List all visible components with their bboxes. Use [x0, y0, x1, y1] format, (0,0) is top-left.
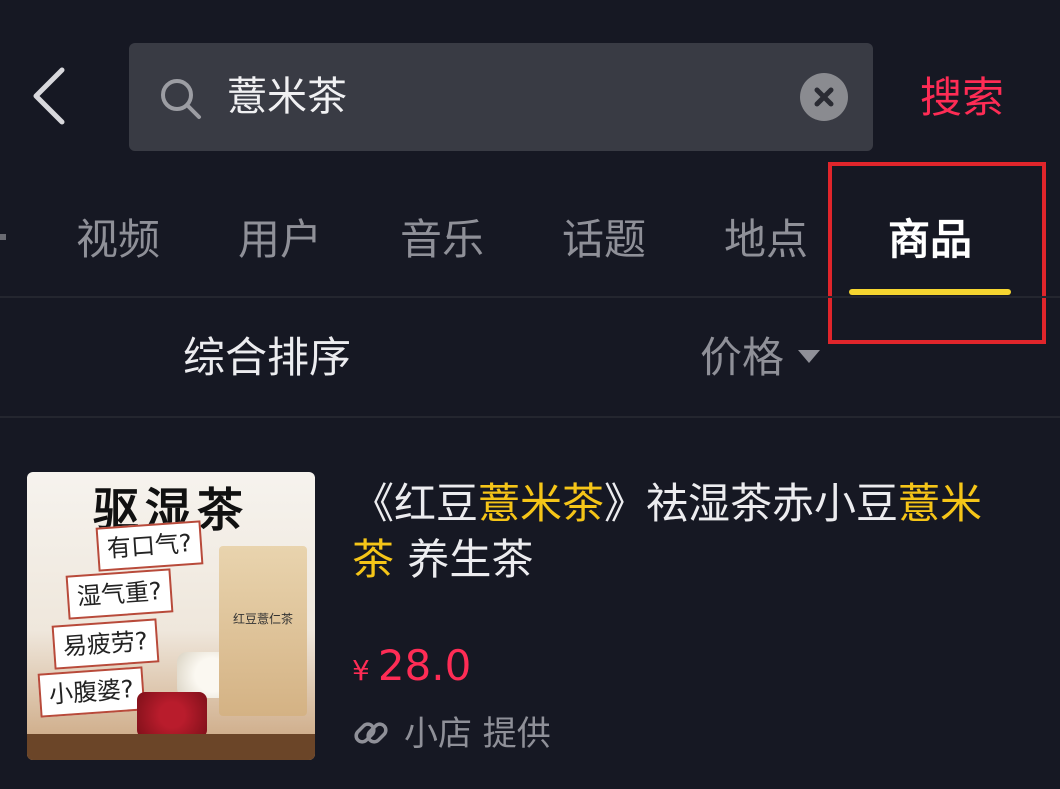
shop-label: 小店 提供 [404, 714, 551, 754]
sort-price-label: 价格 [700, 333, 785, 382]
link-icon [352, 714, 390, 752]
tab-overflow-indicator [0, 234, 6, 240]
sort-price-option[interactable]: 价格 [700, 328, 821, 388]
product-image-package: 红豆薏仁茶 [219, 546, 307, 716]
sort-bar: 综合排序 价格 [0, 298, 1060, 416]
package-label: 红豆薏仁茶 [232, 612, 293, 626]
tab-video[interactable]: 视频 [76, 210, 160, 270]
sort-default-option[interactable]: 综合排序 [183, 328, 351, 388]
category-tabs: 视频 用户 音乐 话题 地点 商品 [0, 190, 1060, 296]
product-image-tag: 小腹婆? [37, 666, 146, 718]
tab-product[interactable]: 商品 [888, 210, 972, 270]
back-icon[interactable] [28, 66, 72, 126]
product-title[interactable]: 《红豆薏米茶》祛湿茶赤小豆薏米茶 养生茶 [352, 476, 1012, 588]
product-title-part: 养生茶 [394, 535, 534, 584]
tab-user[interactable]: 用户 [238, 210, 322, 270]
product-image-beans [137, 692, 207, 738]
product-image-tag: 湿气重? [65, 568, 174, 620]
search-header: 搜索 [0, 0, 1060, 160]
search-icon [159, 77, 203, 121]
product-title-keyword: 薏米茶 [478, 479, 605, 528]
product-image-board [27, 734, 315, 760]
search-input[interactable] [227, 67, 787, 127]
product-title-part: 》祛湿茶赤小豆 [604, 479, 899, 528]
caret-down-icon [798, 350, 821, 363]
product-image: 驱湿茶 有口气? 湿气重? 易疲劳? 小腹婆? 红豆薏仁茶 [27, 472, 315, 760]
product-image-tag: 易疲劳? [51, 618, 160, 670]
tab-topic[interactable]: 话题 [562, 210, 646, 270]
product-card[interactable]: 驱湿茶 有口气? 湿气重? 易疲劳? 小腹婆? 红豆薏仁茶 《红豆薏米茶》祛湿茶… [0, 418, 1060, 789]
product-title-part: 《红豆 [352, 479, 479, 528]
clear-search-icon[interactable] [800, 73, 848, 121]
search-button[interactable]: 搜索 [920, 70, 1020, 126]
tab-location[interactable]: 地点 [724, 210, 808, 270]
price-value: 28.0 [377, 641, 472, 690]
product-image-tag: 有口气? [95, 520, 204, 572]
search-box[interactable] [129, 43, 873, 151]
tab-music[interactable]: 音乐 [400, 210, 484, 270]
shop-source[interactable]: 小店 提供 [352, 708, 551, 760]
active-tab-indicator [849, 289, 1011, 295]
product-price: ¥28.0 [352, 636, 471, 696]
currency-symbol: ¥ [352, 654, 370, 687]
